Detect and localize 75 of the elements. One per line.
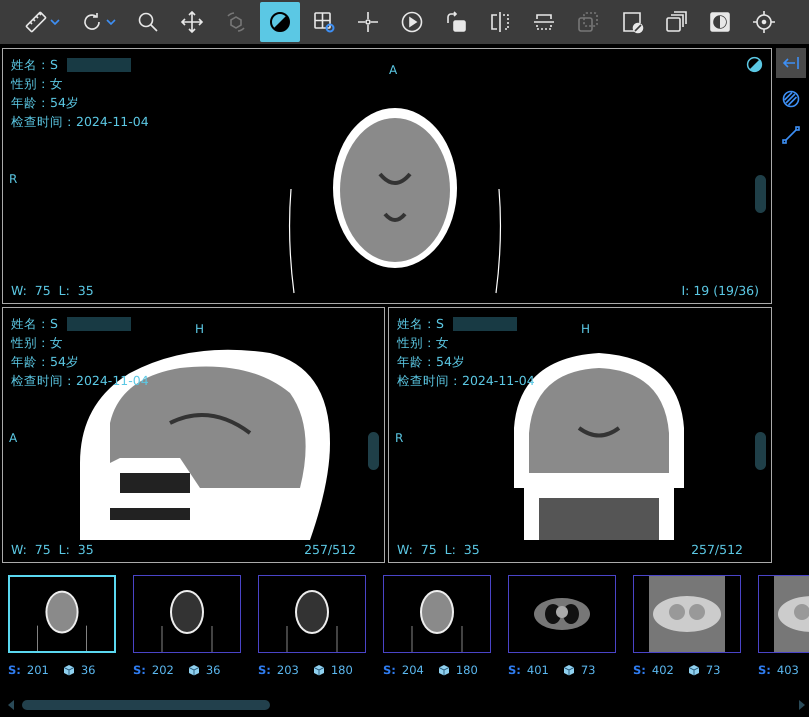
redaction-block — [67, 317, 131, 331]
cube-icon — [438, 664, 450, 676]
rotate-square-icon[interactable] — [444, 10, 468, 34]
series-label: S: — [133, 663, 146, 677]
series-label: S: — [508, 663, 521, 677]
slice-position-text: I: 19 (19/36) — [681, 283, 759, 298]
series-number: 401 — [526, 663, 549, 677]
series-label: S: — [758, 663, 771, 677]
patient-info-text: 姓名：S — [11, 56, 58, 74]
window-level-text: W: 75 L: 35 — [11, 542, 94, 557]
series-number: 204 — [402, 663, 424, 677]
series-number: 201 — [26, 663, 49, 677]
hatched-circle-icon[interactable] — [781, 89, 801, 109]
image-count: 180 — [456, 663, 478, 677]
scroll-handle[interactable] — [368, 432, 379, 470]
patient-info-text: 年龄：54岁 — [11, 94, 79, 112]
move-icon[interactable] — [180, 10, 204, 34]
caret-icon[interactable] — [106, 19, 116, 25]
cube-icon — [188, 664, 200, 676]
scroll-handle[interactable] — [755, 175, 766, 213]
series-number: 403 — [776, 663, 799, 677]
patient-info-text: 性别：女 — [397, 334, 449, 352]
orientation-label: H — [195, 322, 204, 336]
square-contrast-icon[interactable] — [620, 10, 644, 34]
stack-icon[interactable] — [664, 10, 688, 34]
image-count: 73 — [706, 663, 720, 677]
patient-info-text: 姓名：S — [11, 315, 58, 333]
orientation-label: A — [9, 431, 18, 445]
series-label: S: — [383, 663, 396, 677]
cube-icon — [688, 664, 700, 676]
crosshair-icon[interactable] — [356, 10, 380, 34]
grid-gear-icon[interactable] — [312, 10, 336, 34]
slice-position-text: 257/512 — [691, 542, 743, 557]
contrast-icon[interactable] — [268, 10, 292, 34]
caret-icon[interactable] — [50, 19, 60, 25]
orientation-label: A — [389, 63, 398, 77]
cube-icon — [62, 664, 75, 676]
scroll-handle[interactable] — [755, 432, 766, 470]
window-level-text: W: 75 L: 35 — [397, 542, 480, 557]
patient-info-text: 年龄：54岁 — [397, 353, 465, 371]
series-number: 402 — [652, 663, 674, 677]
series-label: S: — [8, 663, 21, 677]
image-count: 73 — [580, 663, 596, 677]
orientation-label: R — [395, 431, 404, 445]
search-icon[interactable] — [136, 10, 160, 34]
patient-info-text: 姓名：S — [397, 315, 444, 333]
series-number: 203 — [276, 663, 299, 677]
line-segment-icon[interactable] — [781, 125, 801, 145]
image-viewport[interactable]: 姓名：S 性别：女 年龄：54岁 检查时间：2024-11-04 A R W: 75 L: 35 I: 19 (19/36) — [2, 48, 772, 304]
split-vertical-icon[interactable] — [488, 10, 512, 34]
redaction-block — [67, 58, 131, 72]
slice-position-text: 257/512 — [304, 542, 356, 557]
redaction-block — [453, 317, 517, 331]
patient-info-text: 检查时间：2024-11-04 — [11, 113, 149, 131]
contrast-square-icon[interactable] — [708, 10, 732, 34]
contrast-tool-button[interactable] — [260, 2, 300, 42]
image-count: 36 — [80, 663, 96, 677]
series-number: 202 — [152, 663, 174, 677]
patient-info-text: 性别：女 — [11, 75, 63, 93]
window-level-text: W: 75 L: 35 — [11, 283, 94, 298]
orientation-label: H — [581, 322, 590, 336]
patient-info-text: 性别：女 — [11, 334, 63, 352]
orientation-label: R — [9, 172, 18, 186]
ruler-icon[interactable] — [24, 10, 48, 34]
play-icon[interactable] — [400, 10, 424, 34]
series-label: S: — [258, 663, 271, 677]
cube-icon — [312, 664, 325, 676]
collapse-sidebar-button[interactable] — [776, 48, 806, 78]
image-count: 36 — [206, 663, 220, 677]
cube-icon — [562, 664, 575, 676]
scroll-thumb[interactable] — [22, 700, 270, 710]
image-count: 180 — [330, 663, 353, 677]
series-label: S: — [633, 663, 646, 677]
target-icon[interactable] — [752, 10, 776, 34]
patient-info-text: 年龄：54岁 — [11, 353, 79, 371]
